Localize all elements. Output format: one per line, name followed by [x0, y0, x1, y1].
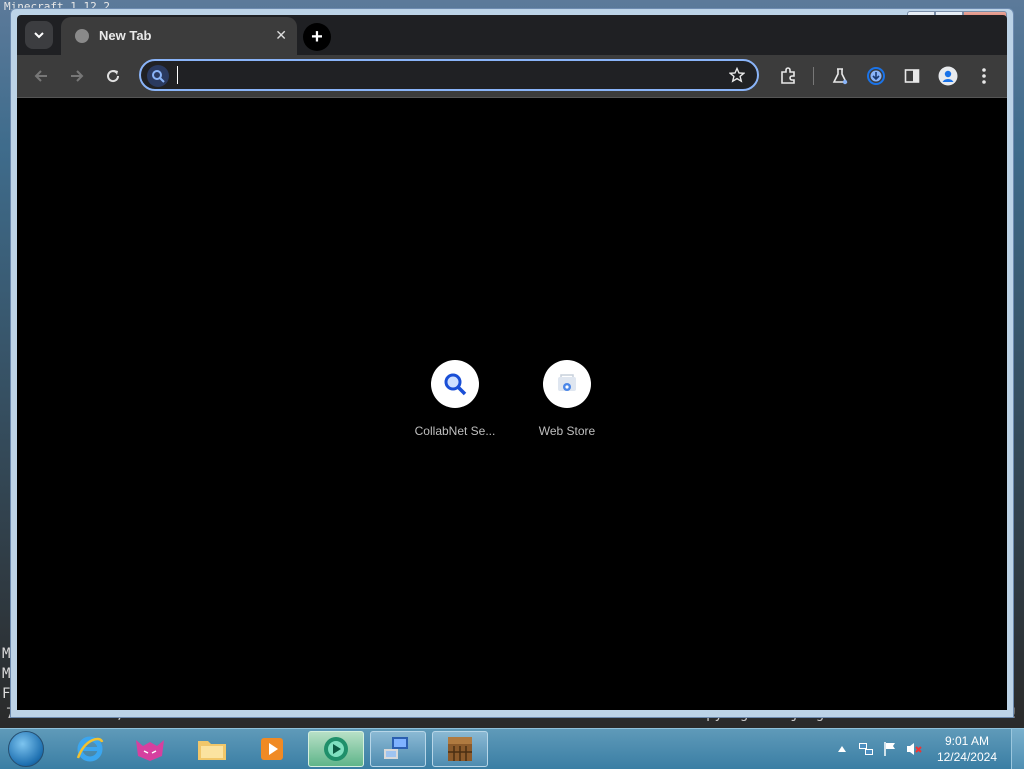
new-tab-page: CollabNet Se... Web Store [17, 98, 1007, 710]
forward-arrow-icon [71, 70, 84, 82]
crafting-table-icon [448, 737, 472, 761]
reload-button[interactable] [101, 64, 125, 88]
chevron-down-icon [34, 32, 44, 39]
shortcut-tile[interactable]: Web Store [511, 360, 623, 438]
browser-window: – □ X New Tab ✕ + [10, 8, 1014, 718]
text-caret [177, 66, 178, 84]
computer-network-icon [384, 737, 408, 759]
show-hidden-icons-button[interactable] [833, 740, 851, 758]
tab-search-button[interactable] [25, 21, 53, 49]
tab-strip: New Tab ✕ + [17, 15, 1007, 55]
profile-button[interactable] [937, 65, 959, 87]
toolbar-divider [813, 67, 814, 85]
bookmark-star-button[interactable] [727, 65, 747, 85]
star-icon [729, 67, 745, 83]
network-app-taskbar-button[interactable] [370, 731, 426, 767]
search-icon [147, 65, 169, 87]
extensions-button[interactable] [777, 65, 799, 87]
side-panel-button[interactable] [901, 65, 923, 87]
flag-icon [884, 742, 895, 756]
background-side-char: F [2, 686, 11, 702]
file-explorer-taskbar-button[interactable] [184, 731, 240, 767]
menu-button[interactable] [973, 65, 995, 87]
chevron-up-icon [837, 746, 846, 752]
clock-time: 9:01 AM [944, 734, 989, 748]
labs-button[interactable] [829, 65, 851, 87]
taskbar-clock[interactable]: 9:01 AM 12/24/2024 [937, 733, 997, 765]
internet-explorer-icon [76, 736, 104, 762]
globe-icon [75, 29, 89, 43]
cat-app-taskbar-button[interactable] [122, 731, 178, 767]
background-side-char: M [2, 646, 11, 662]
side-panel-icon [904, 69, 920, 83]
show-desktop-button[interactable] [1011, 729, 1024, 769]
browser-app-icon [324, 737, 348, 761]
kebab-menu-icon [982, 68, 986, 84]
tab-title: New Tab [99, 28, 152, 43]
taskbar: 9:01 AM 12/24/2024 [0, 728, 1024, 769]
system-tray: 9:01 AM 12/24/2024 [827, 729, 1024, 769]
reload-icon [107, 70, 120, 83]
shortcut-label: Web Store [538, 424, 596, 438]
cat-icon [136, 740, 164, 761]
address-bar[interactable] [139, 59, 759, 91]
flask-icon [832, 68, 848, 85]
back-arrow-icon [34, 70, 47, 82]
shortcut-label: CollabNet Se... [414, 424, 496, 438]
shortcut-tile[interactable]: CollabNet Se... [399, 360, 511, 438]
start-button[interactable] [8, 731, 44, 767]
media-player-taskbar-button[interactable] [244, 731, 300, 767]
minecraft-taskbar-button[interactable] [432, 731, 488, 767]
network-tray-icon[interactable] [857, 740, 875, 758]
internet-explorer-taskbar-button[interactable] [62, 731, 118, 767]
speaker-muted-icon [906, 743, 922, 755]
address-input[interactable] [175, 65, 719, 89]
download-icon [867, 67, 885, 85]
forward-button[interactable] [65, 64, 89, 88]
clock-date: 12/24/2024 [936, 750, 997, 764]
avatar-icon [938, 66, 958, 86]
back-button[interactable] [29, 64, 53, 88]
action-center-tray-icon[interactable] [881, 740, 899, 758]
close-icon[interactable]: ✕ [275, 27, 287, 44]
new-tab-button[interactable]: + [303, 23, 331, 51]
puzzle-icon [781, 67, 795, 84]
browser-toolbar [17, 55, 1007, 98]
shortcut-icon-circle [431, 360, 479, 408]
search-icon [444, 373, 467, 396]
folder-icon [198, 741, 226, 760]
downloads-button[interactable] [865, 65, 887, 87]
media-player-icon [261, 738, 283, 760]
volume-tray-icon[interactable] [905, 740, 923, 758]
background-side-char: M [2, 666, 11, 682]
browser-taskbar-button[interactable] [308, 731, 364, 767]
network-icon [858, 743, 873, 755]
web-store-icon [558, 374, 576, 391]
tab-new-tab[interactable]: New Tab ✕ [61, 17, 297, 55]
shortcut-icon-circle [543, 360, 591, 408]
